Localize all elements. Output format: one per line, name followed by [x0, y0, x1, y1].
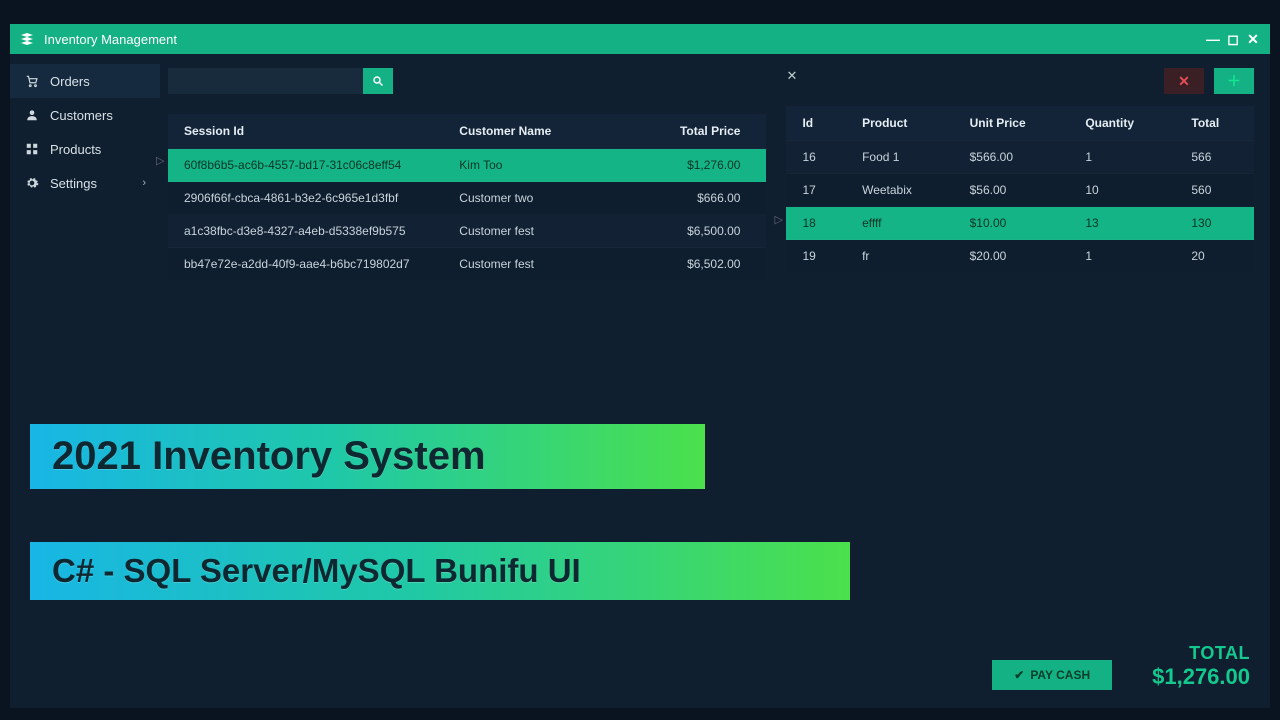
table-row[interactable]: 17Weetabix$56.0010560: [786, 174, 1254, 207]
overlay-banner-2: C# - SQL Server/MySQL Bunifu UI: [30, 542, 850, 600]
table-row[interactable]: a1c38fbc-d3e8-4327-a4eb-d5338ef9b575Cust…: [168, 215, 766, 248]
overlay-banner-1: 2021 Inventory System: [30, 424, 705, 489]
search-bar: [168, 68, 766, 94]
sidebar-item-products[interactable]: Products: [10, 132, 160, 166]
total-label: TOTAL: [1152, 643, 1250, 664]
cart-icon: [24, 73, 40, 89]
window-close-icon[interactable]: ✕: [1244, 30, 1262, 48]
col-product: Product: [846, 106, 954, 141]
sidebar-item-label: Products: [50, 142, 101, 157]
row-indicator-icon: ▷: [774, 213, 782, 226]
close-panel-icon[interactable]: ✕: [786, 68, 800, 96]
table-row[interactable]: 2906f66f-cbca-4861-b3e2-6c965e1d3fbfCust…: [168, 182, 766, 215]
pay-cash-button[interactable]: ✔ PAY CASH: [992, 660, 1112, 690]
window-title: Inventory Management: [44, 32, 177, 47]
total-value: $1,276.00: [1152, 664, 1250, 690]
table-row[interactable]: 18effff$10.0013130: [786, 207, 1254, 240]
items-pane: ✕ ✕ ＋ ▷ Id Product Unit Price Quantity: [786, 68, 1254, 708]
col-customer: Customer Name: [443, 114, 620, 149]
table-row[interactable]: bb47e72e-a2dd-40f9-aae4-b6bc719802d7Cust…: [168, 248, 766, 281]
user-icon: [24, 107, 40, 123]
sidebar-item-label: Settings: [50, 176, 97, 191]
table-row[interactable]: 19fr$20.00120: [786, 240, 1254, 273]
search-input[interactable]: [168, 68, 363, 94]
delete-button[interactable]: ✕: [1164, 68, 1204, 94]
window-maximize-icon[interactable]: ◻: [1224, 30, 1242, 48]
col-session: Session Id: [168, 114, 443, 149]
app-logo-icon: [18, 30, 36, 48]
grid-icon: [24, 141, 40, 157]
sidebar-item-label: Orders: [50, 74, 90, 89]
col-total: Total Price: [620, 114, 766, 149]
items-table: Id Product Unit Price Quantity Total 16F…: [786, 106, 1254, 272]
sidebar-item-label: Customers: [50, 108, 113, 123]
col-total: Total: [1175, 106, 1254, 141]
table-row[interactable]: 16Food 1$566.001566: [786, 141, 1254, 174]
sidebar-item-settings[interactable]: Settings ›: [10, 166, 160, 200]
footer: ✔ PAY CASH TOTAL $1,276.00: [992, 643, 1250, 690]
orders-table: Session Id Customer Name Total Price 60f…: [168, 114, 766, 280]
window-minimize-icon[interactable]: —: [1204, 30, 1222, 48]
col-qty: Quantity: [1069, 106, 1175, 141]
col-unit: Unit Price: [954, 106, 1070, 141]
total-box: TOTAL $1,276.00: [1152, 643, 1250, 690]
chevron-right-icon: ›: [142, 177, 146, 189]
col-id: Id: [786, 106, 846, 141]
sidebar-item-orders[interactable]: Orders: [10, 64, 160, 98]
table-row[interactable]: 60f8b6b5-ac6b-4557-bd17-31c06c8eff54Kim …: [168, 149, 766, 182]
main-content: ▷ Session Id Customer Name Total Price 6…: [160, 54, 1270, 708]
row-indicator-icon: ▷: [156, 154, 164, 167]
titlebar: Inventory Management — ◻ ✕: [10, 24, 1270, 54]
check-icon: ✔: [1014, 668, 1024, 682]
pay-label: PAY CASH: [1030, 668, 1090, 682]
sidebar-item-customers[interactable]: Customers: [10, 98, 160, 132]
orders-pane: ▷ Session Id Customer Name Total Price 6…: [168, 68, 766, 708]
gear-icon: [24, 175, 40, 191]
add-button[interactable]: ＋: [1214, 68, 1254, 94]
app-window: Inventory Management — ◻ ✕ Orders Custom…: [10, 24, 1270, 708]
search-button[interactable]: [363, 68, 393, 94]
sidebar: Orders Customers Products Settings ›: [10, 54, 160, 708]
